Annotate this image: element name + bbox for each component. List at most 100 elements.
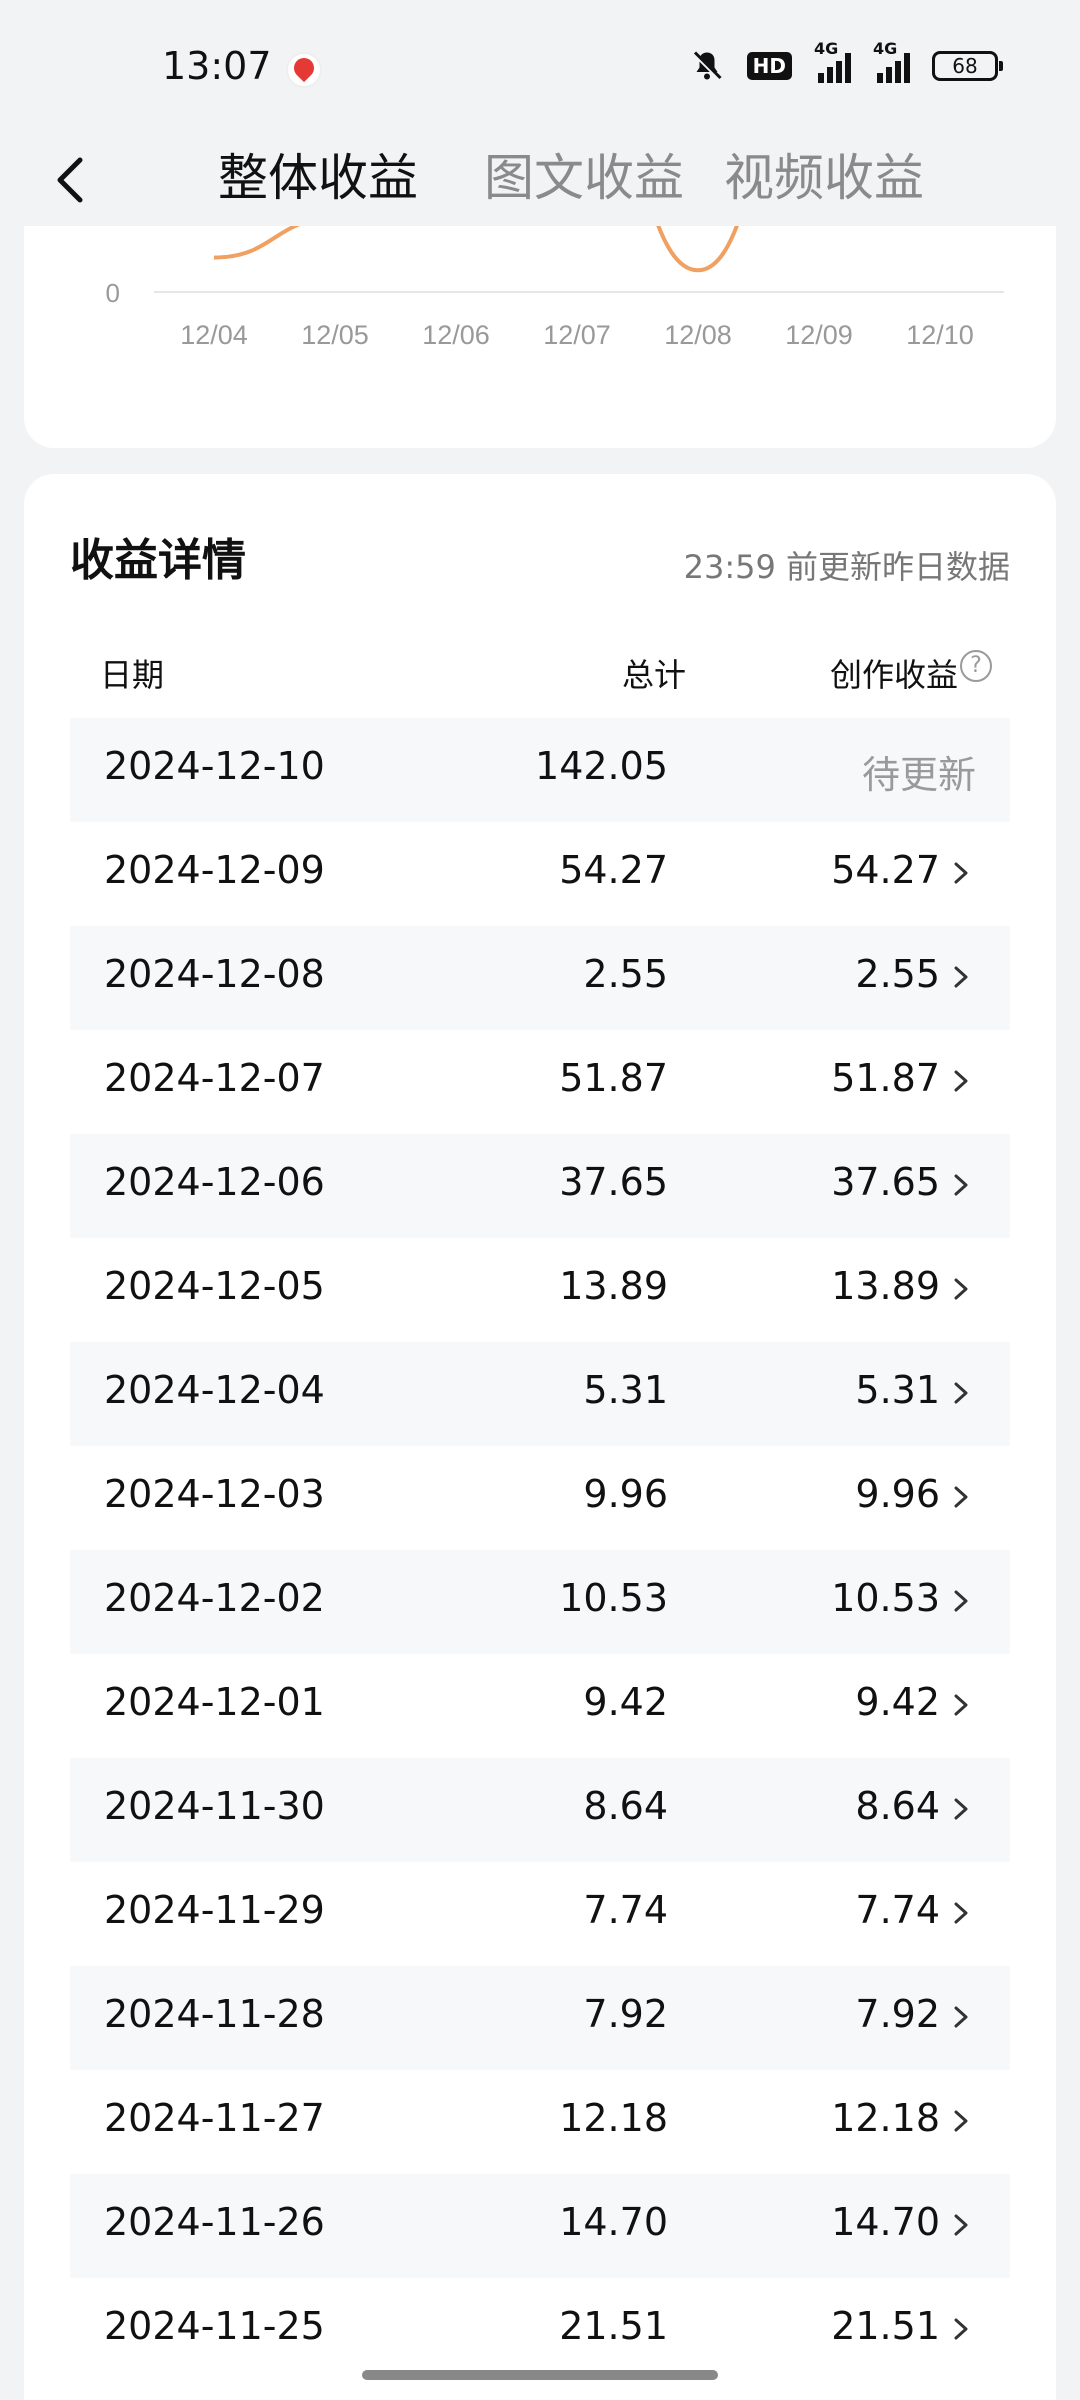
status-time: 13:07 <box>162 44 272 88</box>
chevron-right-icon[interactable] <box>952 1382 970 1404</box>
row-total: 14.70 <box>559 2200 668 2244</box>
chevron-right-icon[interactable] <box>952 1070 970 1092</box>
top-nav: 整体收益 图文收益 视频收益 <box>0 130 1080 226</box>
tab-video-earnings[interactable]: 视频收益 <box>724 138 924 210</box>
row-total: 10.53 <box>559 1576 668 1620</box>
column-header-total: 总计 <box>621 656 686 694</box>
row-date: 2024-11-26 <box>104 2200 325 2244</box>
row-total: 2.55 <box>583 952 668 996</box>
row-creation: 7.74 <box>855 1888 940 1932</box>
row-date: 2024-12-04 <box>104 1368 325 1412</box>
table-row[interactable]: 2024-12-04 5.31 5.31 <box>70 1342 1010 1446</box>
table-row[interactable]: 2024-12-05 13.89 13.89 <box>70 1238 1010 1342</box>
row-creation: 54.27 <box>831 848 940 892</box>
hd-badge: HD <box>746 52 792 80</box>
table-row[interactable]: 2024-12-06 37.65 37.65 <box>70 1134 1010 1238</box>
y-tick-label: 0 <box>106 278 120 308</box>
row-total: 5.31 <box>583 1368 668 1412</box>
table-row[interactable]: 2024-11-28 7.92 7.92 <box>70 1966 1010 2070</box>
row-date: 2024-12-10 <box>104 744 325 788</box>
row-creation: 9.42 <box>855 1680 940 1724</box>
row-creation: 37.65 <box>831 1160 940 1204</box>
row-total: 13.89 <box>559 1264 668 1308</box>
row-creation: 8.64 <box>855 1784 940 1828</box>
table-row[interactable]: 2024-11-26 14.70 14.70 <box>70 2174 1010 2278</box>
chevron-right-icon[interactable] <box>952 2318 970 2340</box>
row-total: 7.74 <box>583 1888 668 1932</box>
x-tick-label: 12/04 <box>180 320 248 350</box>
row-creation: 21.51 <box>831 2304 940 2348</box>
column-header-creation: 创作收益 <box>829 656 958 694</box>
signal-icon-2: 4G <box>873 39 910 83</box>
table-row[interactable]: 2024-12-02 10.53 10.53 <box>70 1550 1010 1654</box>
chevron-right-icon[interactable] <box>952 2006 970 2028</box>
x-tick-label: 12/06 <box>422 320 490 350</box>
table-row[interactable]: 2024-12-09 54.27 54.27 <box>70 822 1010 926</box>
back-button[interactable] <box>40 150 100 210</box>
table-row[interactable]: 2024-11-30 8.64 8.64 <box>70 1758 1010 1862</box>
table-row[interactable]: 2024-11-27 12.18 12.18 <box>70 2070 1010 2174</box>
row-total: 7.92 <box>583 1992 668 2036</box>
table-row[interactable]: 2024-12-07 51.87 51.87 <box>70 1030 1010 1134</box>
row-date: 2024-11-27 <box>104 2096 325 2140</box>
mute-bell-icon <box>691 50 722 82</box>
earnings-table: 2024-12-10 142.05 待更新 2024-12-09 54.27 54.27 2… <box>70 718 1010 2382</box>
table-row: 2024-12-10 142.05 待更新 <box>70 718 1010 822</box>
chevron-right-icon[interactable] <box>952 1694 970 1716</box>
chevron-right-icon[interactable] <box>952 862 970 884</box>
home-indicator[interactable] <box>362 2370 718 2380</box>
column-header-date: 日期 <box>100 656 165 694</box>
row-date: 2024-12-08 <box>104 952 325 996</box>
table-row[interactable]: 2024-12-01 9.42 9.42 <box>70 1654 1010 1758</box>
row-total: 9.96 <box>583 1472 668 1516</box>
row-date: 2024-12-07 <box>104 1056 325 1100</box>
row-creation: 2.55 <box>855 952 940 996</box>
tab-overall-earnings[interactable]: 整体收益 <box>218 138 418 210</box>
row-date: 2024-12-09 <box>104 848 325 892</box>
row-creation: 5.31 <box>855 1368 940 1412</box>
update-note: 23:59 前更新昨日数据 <box>683 548 1010 586</box>
row-date: 2024-12-05 <box>104 1264 325 1308</box>
row-date: 2024-12-01 <box>104 1680 325 1724</box>
row-date: 2024-12-06 <box>104 1160 325 1204</box>
chevron-right-icon[interactable] <box>952 1486 970 1508</box>
row-creation: 9.96 <box>855 1472 940 1516</box>
x-tick-label: 12/05 <box>301 320 369 350</box>
row-total: 8.64 <box>583 1784 668 1828</box>
chevron-right-icon[interactable] <box>952 2214 970 2236</box>
row-creation: 51.87 <box>831 1056 940 1100</box>
row-date: 2024-12-02 <box>104 1576 325 1620</box>
row-creation: 14.70 <box>831 2200 940 2244</box>
chevron-right-icon[interactable] <box>952 1798 970 1820</box>
row-date: 2024-11-30 <box>104 1784 325 1828</box>
row-creation: 10.53 <box>831 1576 940 1620</box>
table-row[interactable]: 2024-12-08 2.55 2.55 <box>70 926 1010 1030</box>
status-bar: 13:07 HD 4G 4G 68 <box>0 0 1080 130</box>
help-icon[interactable]: ? <box>960 650 992 682</box>
table-row[interactable]: 2024-11-29 7.74 7.74 <box>70 1862 1010 1966</box>
row-date: 2024-11-29 <box>104 1888 325 1932</box>
table-row[interactable]: 2024-11-25 21.51 21.51 <box>70 2278 1010 2382</box>
row-total: 21.51 <box>559 2304 668 2348</box>
chevron-right-icon[interactable] <box>952 1902 970 1924</box>
tab-graphic-earnings[interactable]: 图文收益 <box>484 138 684 210</box>
row-date: 2024-11-25 <box>104 2304 325 2348</box>
row-date: 2024-11-28 <box>104 1992 325 2036</box>
earnings-series-line <box>213 226 739 273</box>
row-total: 37.65 <box>559 1160 668 1204</box>
row-total: 142.05 <box>535 744 668 788</box>
chevron-right-icon[interactable] <box>952 1590 970 1612</box>
x-tick-label: 12/10 <box>906 320 974 350</box>
chevron-right-icon[interactable] <box>952 1278 970 1300</box>
chevron-right-icon[interactable] <box>952 2110 970 2132</box>
battery-icon: 68 <box>932 51 1003 81</box>
row-creation: 7.92 <box>855 1992 940 2036</box>
table-row[interactable]: 2024-12-03 9.96 9.96 <box>70 1446 1010 1550</box>
row-creation: 12.18 <box>831 2096 940 2140</box>
row-creation-pending: 待更新 <box>861 753 976 797</box>
earnings-line-chart: 0 12/04 12/05 12/06 12/07 12/08 12/09 12/10 <box>106 226 1004 350</box>
earnings-detail-card: 收益详情 23:59 前更新昨日数据 日期 总计 创作收益 ? 2024-12-… <box>24 474 1056 2400</box>
earnings-chart-card: 0 12/04 12/05 12/06 12/07 12/08 12/09 12/10 <box>24 226 1056 448</box>
chevron-right-icon[interactable] <box>952 1174 970 1196</box>
chevron-right-icon[interactable] <box>952 966 970 988</box>
